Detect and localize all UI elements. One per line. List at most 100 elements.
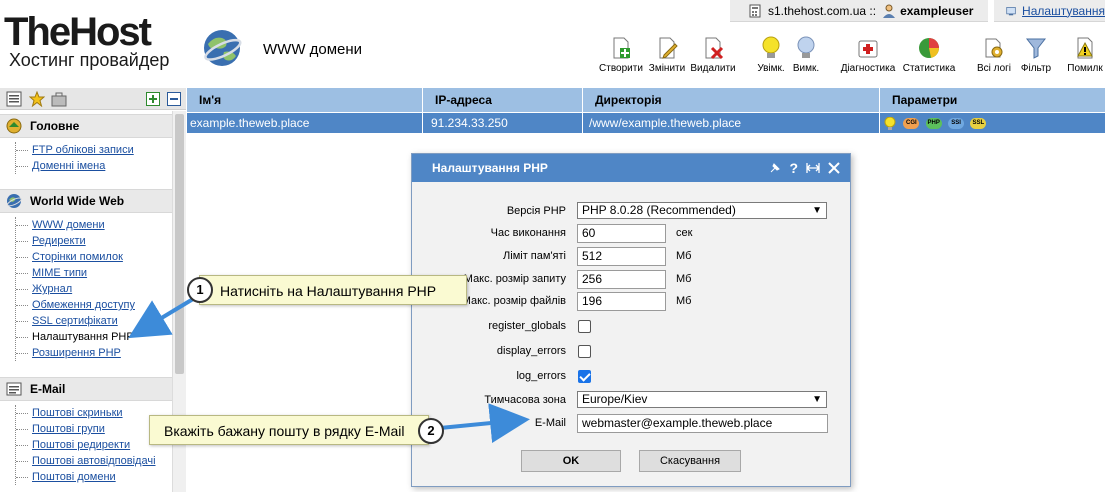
callout-2: Вкажіть бажану пошту в рядку E-Mail <box>149 415 429 445</box>
cancel-button[interactable]: Скасування <box>639 450 741 472</box>
register-globals-label: register_globals <box>488 320 566 332</box>
exec-time-input[interactable]: 60 <box>577 224 666 243</box>
errors-label: Помилк <box>1067 63 1103 74</box>
sidebar-item-ftp[interactable]: FTP облікові записи <box>16 142 134 158</box>
diagnostics-button[interactable]: Діагностика <box>839 36 897 74</box>
favorites-icon[interactable] <box>29 91 45 107</box>
list-view-icon[interactable] <box>6 91 22 107</box>
exec-time-row: Час виконання 60 сек <box>412 224 852 243</box>
sidebar-item-redirects[interactable]: Редиректи <box>16 233 135 249</box>
filter-button[interactable]: Фільтр <box>1019 36 1053 74</box>
column-params[interactable]: Параметри <box>880 88 1105 112</box>
sidebar-item-journal[interactable]: Журнал <box>16 281 135 297</box>
sidebar-section-www[interactable]: World Wide Web <box>0 189 172 213</box>
server-icon <box>749 4 761 17</box>
briefcase-icon[interactable] <box>51 91 67 107</box>
stats-button[interactable]: Статистика <box>901 36 957 74</box>
upload-max-label: Макс. розмір файлів <box>461 295 566 307</box>
resize-icon[interactable] <box>806 162 820 174</box>
sidebar-item-mailboxes[interactable]: Поштові скриньки <box>16 405 156 421</box>
enable-button[interactable]: Увімк. <box>755 36 787 74</box>
email-input[interactable]: webmaster@example.theweb.place <box>577 414 828 433</box>
bulb-on-icon <box>762 36 780 58</box>
column-directory[interactable]: Директорія <box>583 88 880 112</box>
errors-button[interactable]: Помилк <box>1065 36 1105 74</box>
sidebar-item-mail-domains[interactable]: Поштові домени <box>16 469 156 485</box>
server-name: s1.thehost.com.ua :: <box>768 3 877 18</box>
log-errors-label: log_errors <box>516 370 566 382</box>
sidebar-item-php-extensions[interactable]: Розширення PHP <box>16 345 135 361</box>
close-icon[interactable] <box>828 162 840 174</box>
sidebar-item-label[interactable]: Розширення PHP <box>32 347 121 359</box>
upload-max-input[interactable]: 196 <box>577 292 666 311</box>
sidebar-item-label[interactable]: MIME типи <box>32 267 87 279</box>
disable-button[interactable]: Вимк. <box>791 36 821 74</box>
scrollbar-thumb[interactable] <box>175 114 184 374</box>
sidebar-item-label[interactable]: Поштові групи <box>32 423 105 435</box>
php-version-row: Версія PHP PHP 8.0.28 (Recommended) ▼ <box>412 202 852 221</box>
sidebar-item-label[interactable]: Поштові домени <box>32 471 116 483</box>
logs-button[interactable]: Всі логі <box>975 36 1013 74</box>
display-errors-checkbox[interactable] <box>578 345 591 358</box>
sidebar-item-label[interactable]: FTP облікові записи <box>32 144 134 156</box>
logs-label: Всі логі <box>976 63 1012 74</box>
sidebar-toolbar <box>0 88 186 110</box>
sidebar-item-label[interactable]: Поштові автовідповідачі <box>32 455 156 467</box>
cell-params: CGI PHP SSI SSL <box>880 113 1105 133</box>
timezone-row: Тимчасова зона Europe/Kiev ▼ <box>412 391 852 410</box>
dialog-tools: ? <box>769 154 840 182</box>
sidebar-item-label[interactable]: Налаштування PHP <box>32 331 134 343</box>
sidebar-section-main[interactable]: Головне <box>0 114 172 138</box>
sidebar-item-label[interactable]: Сторінки помилок <box>32 251 123 263</box>
ok-button[interactable]: OK <box>521 450 621 472</box>
sidebar-item-label[interactable]: Журнал <box>32 283 72 295</box>
sidebar-section-email[interactable]: E-Mail <box>0 377 172 401</box>
settings-link[interactable]: Налаштування <box>1022 4 1105 18</box>
create-icon <box>613 37 630 59</box>
sidebar-item-autoresponders[interactable]: Поштові автовідповідачі <box>16 453 156 469</box>
help-icon[interactable]: ? <box>789 154 798 182</box>
log-errors-checkbox[interactable] <box>578 370 591 383</box>
sidebar-item-label[interactable]: Обмеження доступу <box>32 299 135 311</box>
sidebar-item-error-pages[interactable]: Сторінки помилок <box>16 249 135 265</box>
php-version-select[interactable]: PHP 8.0.28 (Recommended) ▼ <box>577 202 827 219</box>
sidebar-item-label[interactable]: WWW домени <box>32 219 105 231</box>
sidebar-item-mail-groups[interactable]: Поштові групи <box>16 421 156 437</box>
timezone-select[interactable]: Europe/Kiev ▼ <box>577 391 827 408</box>
edit-button[interactable]: Змінити <box>647 36 687 74</box>
expand-all-icon[interactable] <box>145 91 161 107</box>
column-name[interactable]: Ім'я <box>187 88 423 112</box>
column-ip[interactable]: IP-адреса <box>423 88 583 112</box>
cgi-badge: CGI <box>903 118 920 130</box>
collapse-all-icon[interactable] <box>166 91 182 107</box>
display-errors-row: display_errors <box>412 342 852 361</box>
sidebar-item-www-domains[interactable]: WWW домени <box>16 217 135 233</box>
chevron-down-icon: ▼ <box>812 205 822 216</box>
sidebar-item-domains[interactable]: Доменні імена <box>16 158 134 174</box>
sidebar-item-access[interactable]: Обмеження доступу <box>16 297 135 313</box>
sidebar-item-label[interactable]: Редиректи <box>32 235 86 247</box>
sidebar-item-label[interactable]: SSL сертифікати <box>32 315 118 327</box>
dialog-titlebar[interactable]: Налаштування PHP ? <box>412 154 850 182</box>
post-max-input[interactable]: 256 <box>577 270 666 289</box>
sidebar-item-label[interactable]: Поштові редиректи <box>32 439 130 451</box>
sidebar-item-label[interactable]: Доменні імена <box>32 160 105 172</box>
exec-time-label: Час виконання <box>490 227 566 239</box>
server-bar: s1.thehost.com.ua :: exampleuser <box>730 0 988 22</box>
filter-icon <box>1025 38 1047 59</box>
register-globals-checkbox[interactable] <box>578 320 591 333</box>
sidebar-item-mail-redirects[interactable]: Поштові редиректи <box>16 437 156 453</box>
email-row: E-Mail webmaster@example.theweb.place <box>412 414 852 433</box>
pin-icon[interactable] <box>769 162 781 174</box>
sidebar-item-mime[interactable]: MIME типи <box>16 265 135 281</box>
php-badge: PHP <box>925 118 942 130</box>
sidebar-item-label[interactable]: Поштові скриньки <box>32 407 123 419</box>
table-row[interactable]: example.theweb.place 91.234.33.250 /www/… <box>187 113 1105 133</box>
memory-limit-input[interactable]: 512 <box>577 247 666 266</box>
cell-ip: 91.234.33.250 <box>423 113 583 133</box>
create-button[interactable]: Створити <box>598 36 644 74</box>
delete-button[interactable]: Видалити <box>690 36 736 74</box>
create-label: Створити <box>599 63 643 74</box>
sidebar-item-php-settings[interactable]: Налаштування PHP <box>16 329 135 345</box>
sidebar-item-ssl[interactable]: SSL сертифікати <box>16 313 135 329</box>
